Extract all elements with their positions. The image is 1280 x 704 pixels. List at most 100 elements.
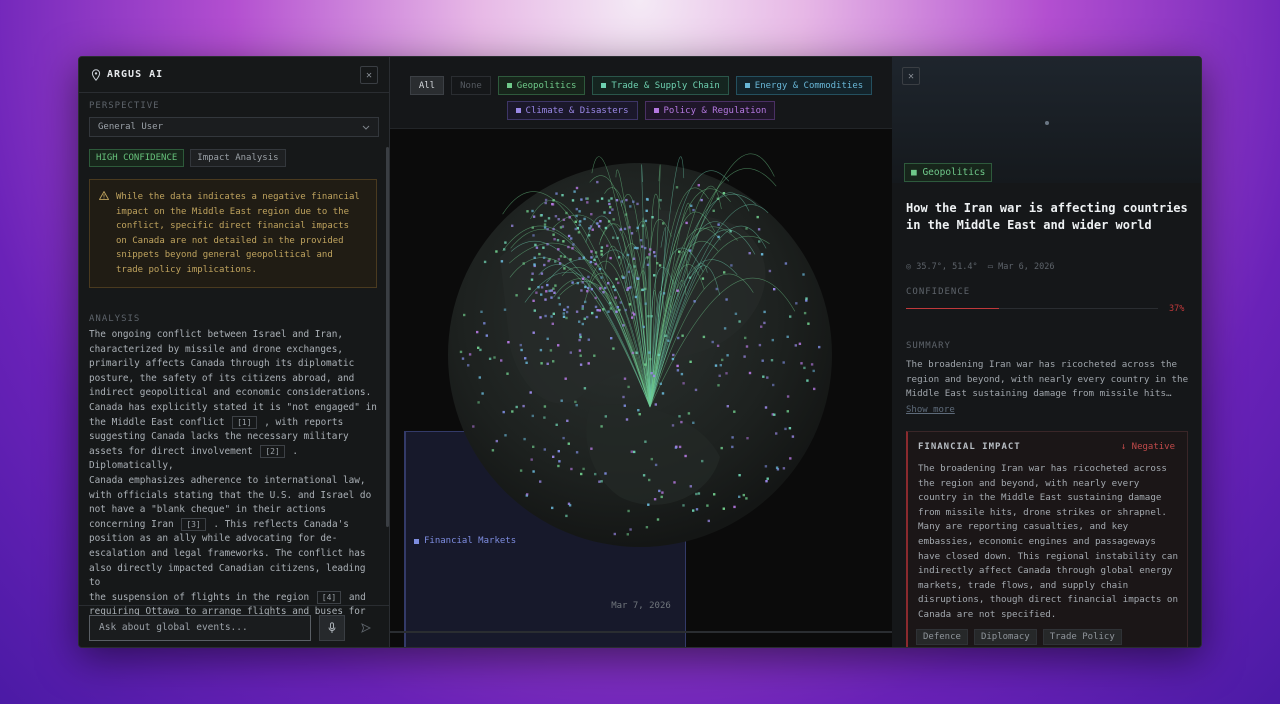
event-marker[interactable] <box>581 322 584 326</box>
event-marker[interactable] <box>477 401 480 404</box>
event-marker[interactable] <box>533 309 536 312</box>
event-marker[interactable] <box>725 298 728 301</box>
event-marker[interactable] <box>612 218 615 221</box>
event-marker[interactable] <box>731 445 734 449</box>
event-marker[interactable] <box>612 347 615 350</box>
event-marker[interactable] <box>656 262 659 265</box>
event-marker[interactable] <box>782 361 785 364</box>
event-marker[interactable] <box>629 528 632 531</box>
event-marker[interactable] <box>678 445 682 449</box>
event-marker[interactable] <box>701 459 704 463</box>
event-marker[interactable] <box>722 507 725 510</box>
event-marker[interactable] <box>554 260 557 263</box>
event-marker[interactable] <box>627 509 630 513</box>
event-marker[interactable] <box>645 526 649 529</box>
event-marker[interactable] <box>562 315 566 318</box>
event-marker[interactable] <box>594 251 598 254</box>
event-marker[interactable] <box>520 348 523 352</box>
event-marker[interactable] <box>745 345 749 348</box>
event-marker[interactable] <box>476 330 479 334</box>
event-marker[interactable] <box>488 357 492 360</box>
event-marker[interactable] <box>532 299 535 302</box>
event-marker[interactable] <box>535 291 538 294</box>
event-marker[interactable] <box>607 310 610 313</box>
event-marker[interactable] <box>582 467 585 471</box>
event-marker[interactable] <box>604 226 608 230</box>
event-marker[interactable] <box>558 460 561 463</box>
event-marker[interactable] <box>772 383 775 387</box>
event-marker[interactable] <box>576 281 579 285</box>
event-marker[interactable] <box>664 334 667 337</box>
event-marker[interactable] <box>613 288 617 292</box>
event-marker[interactable] <box>628 303 631 306</box>
event-marker[interactable] <box>575 207 578 211</box>
event-marker[interactable] <box>661 392 665 395</box>
event-marker[interactable] <box>684 454 687 458</box>
event-marker[interactable] <box>591 228 594 231</box>
event-marker[interactable] <box>580 289 583 292</box>
event-marker[interactable] <box>537 286 540 289</box>
event-marker[interactable] <box>600 276 603 279</box>
event-marker[interactable] <box>645 209 648 212</box>
event-marker[interactable] <box>503 308 507 311</box>
event-marker[interactable] <box>562 436 565 440</box>
event-marker[interactable] <box>543 416 546 419</box>
event-marker[interactable] <box>596 309 599 312</box>
event-marker[interactable] <box>644 219 648 223</box>
event-marker[interactable] <box>530 278 534 281</box>
event-marker[interactable] <box>716 197 720 200</box>
event-marker[interactable] <box>818 345 821 349</box>
tag[interactable]: Diplomacy <box>973 629 1037 645</box>
event-marker[interactable] <box>608 211 612 214</box>
tag[interactable]: Trade Policy <box>1042 629 1122 645</box>
event-marker[interactable] <box>791 435 795 438</box>
event-marker[interactable] <box>557 218 560 221</box>
event-marker[interactable] <box>519 343 522 347</box>
event-marker[interactable] <box>594 262 597 266</box>
event-marker[interactable] <box>687 412 691 415</box>
event-marker[interactable] <box>584 300 587 304</box>
event-marker[interactable] <box>726 405 729 408</box>
event-marker[interactable] <box>530 458 533 461</box>
event-marker[interactable] <box>608 301 612 305</box>
event-marker[interactable] <box>695 492 698 496</box>
event-marker[interactable] <box>654 463 658 467</box>
event-marker[interactable] <box>595 315 598 319</box>
event-marker[interactable] <box>673 481 676 484</box>
event-marker[interactable] <box>712 209 715 212</box>
event-marker[interactable] <box>795 302 798 305</box>
close-detail-button[interactable]: ✕ <box>902 67 920 85</box>
event-marker[interactable] <box>608 202 611 206</box>
event-marker[interactable] <box>763 321 766 325</box>
event-marker[interactable] <box>468 353 472 356</box>
filter-none[interactable]: None <box>451 76 491 95</box>
event-marker[interactable] <box>591 311 594 315</box>
event-marker[interactable] <box>639 239 643 242</box>
event-marker[interactable] <box>700 198 703 202</box>
event-marker[interactable] <box>590 447 593 450</box>
event-marker[interactable] <box>618 308 621 312</box>
event-marker[interactable] <box>706 504 709 507</box>
event-marker[interactable] <box>554 284 557 287</box>
event-marker[interactable] <box>720 446 723 450</box>
event-marker[interactable] <box>725 372 728 375</box>
event-marker[interactable] <box>526 210 529 213</box>
event-marker[interactable] <box>600 425 603 428</box>
event-marker[interactable] <box>590 256 593 259</box>
event-marker[interactable] <box>557 248 560 251</box>
event-marker[interactable] <box>539 348 543 352</box>
event-marker[interactable] <box>556 239 560 242</box>
event-marker[interactable] <box>543 223 547 226</box>
event-marker[interactable] <box>682 382 685 385</box>
event-marker[interactable] <box>635 351 638 354</box>
event-marker[interactable] <box>738 495 741 498</box>
event-marker[interactable] <box>647 315 650 318</box>
event-marker[interactable] <box>596 222 599 225</box>
event-marker[interactable] <box>688 249 692 252</box>
event-marker[interactable] <box>606 244 609 247</box>
citation-marker[interactable]: [1] <box>232 415 257 429</box>
event-marker[interactable] <box>575 404 578 407</box>
event-marker[interactable] <box>594 296 597 300</box>
event-marker[interactable] <box>607 282 610 285</box>
event-marker[interactable] <box>569 258 572 261</box>
